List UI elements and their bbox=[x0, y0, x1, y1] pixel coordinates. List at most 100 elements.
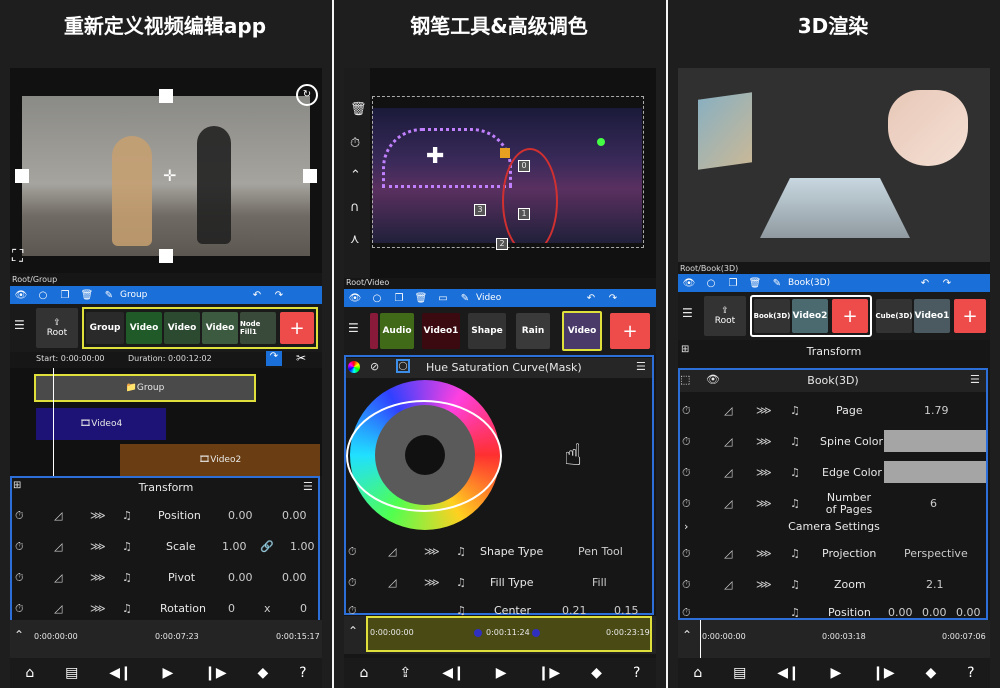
stopwatch-icon[interactable]: ⏱ bbox=[15, 602, 24, 616]
undo-icon[interactable]: ↶ bbox=[246, 290, 268, 301]
stopwatch-icon[interactable]: ⏱ bbox=[15, 571, 24, 585]
track-group[interactable]: 📁 Group bbox=[34, 374, 256, 402]
trash-icon[interactable]: 🗑 bbox=[350, 102, 367, 117]
comment-icon[interactable]: ▤ bbox=[65, 665, 78, 681]
playhead[interactable] bbox=[53, 368, 54, 476]
music-icon[interactable]: ♫ bbox=[790, 435, 800, 448]
prop-value[interactable]: 0.00 bbox=[282, 571, 307, 584]
music-icon[interactable]: ♫ bbox=[456, 604, 466, 616]
wiggle-icon[interactable]: ⋙ bbox=[756, 435, 772, 448]
add-layer-button[interactable]: + bbox=[280, 312, 314, 344]
share-icon[interactable]: ⇪ bbox=[399, 665, 411, 681]
prop-value[interactable]: 2.1 bbox=[926, 578, 944, 591]
resize-handle-top[interactable] bbox=[159, 89, 173, 103]
chip-book3d[interactable]: Book(3D) bbox=[754, 299, 790, 333]
wiggle-icon[interactable]: ⋙ bbox=[756, 404, 772, 417]
prop-value[interactable]: 1.00 bbox=[290, 540, 315, 553]
curve-icon[interactable]: ◿ bbox=[724, 404, 732, 417]
music-icon[interactable]: ♫ bbox=[456, 576, 466, 589]
chip-video1[interactable]: Video1 bbox=[914, 299, 950, 333]
pencil-icon[interactable]: ✎ bbox=[454, 293, 476, 304]
anchor-crosshair-icon[interactable]: ✛ bbox=[163, 166, 176, 185]
curve-icon[interactable]: ◿ bbox=[724, 578, 732, 591]
chip-rain[interactable]: Rain bbox=[516, 313, 550, 349]
root-chip[interactable]: ⇪ Root bbox=[704, 296, 746, 336]
stopwatch-icon[interactable]: ⏱ bbox=[682, 578, 691, 592]
wiggle-icon[interactable]: ⋙ bbox=[90, 602, 106, 615]
prop-value[interactable]: 0.00 bbox=[922, 606, 947, 618]
corner-point-icon[interactable]: ⌃ bbox=[350, 168, 361, 183]
collapse-icon[interactable]: ⌃ bbox=[348, 624, 358, 638]
prop-value[interactable]: Pen Tool bbox=[578, 545, 623, 558]
copy-icon[interactable]: ❐ bbox=[722, 278, 744, 289]
wiggle-icon[interactable]: ⋙ bbox=[90, 540, 106, 553]
music-icon[interactable]: ♫ bbox=[790, 578, 800, 591]
menu-icon[interactable]: ☰ bbox=[970, 373, 980, 386]
prop-value[interactable]: 0.00 bbox=[956, 606, 981, 618]
playhead[interactable] bbox=[700, 620, 701, 658]
prev-frame-icon[interactable]: ◀❙ bbox=[109, 665, 132, 681]
color-wheel-icon[interactable] bbox=[348, 361, 360, 373]
chip-group[interactable]: Group bbox=[86, 312, 124, 344]
scissors-icon[interactable]: ✂ bbox=[296, 351, 306, 365]
music-icon[interactable]: ♫ bbox=[790, 547, 800, 560]
diamond-icon[interactable]: ◆ bbox=[591, 665, 602, 681]
circle-icon[interactable]: ○ bbox=[366, 293, 388, 304]
diamond-icon[interactable]: ◆ bbox=[257, 665, 268, 681]
eye-icon[interactable]: 👁 bbox=[10, 290, 32, 301]
stopwatch-icon[interactable]: ⏱ bbox=[682, 435, 691, 449]
music-icon[interactable]: ♫ bbox=[122, 509, 132, 522]
wiggle-icon[interactable]: ⋙ bbox=[756, 497, 772, 510]
prev-frame-icon[interactable]: ◀❙ bbox=[442, 665, 465, 681]
prop-value[interactable]: 0 bbox=[228, 602, 235, 615]
chip-node-fill[interactable]: Node Fill1 bbox=[240, 312, 276, 344]
timeline-ruler[interactable]: ⌃ 0:00:00:00 0:00:11:24 0:00:23:19 bbox=[344, 616, 656, 654]
resize-handle-left[interactable] bbox=[15, 169, 29, 183]
curve-icon[interactable]: ◿ bbox=[724, 497, 732, 510]
wiggle-icon[interactable]: ⋙ bbox=[424, 576, 440, 589]
pencil-icon[interactable]: ✎ bbox=[98, 290, 120, 301]
prop-value[interactable]: 0.00 bbox=[228, 509, 253, 522]
prop-value[interactable]: 0 bbox=[300, 602, 307, 615]
stopwatch-icon[interactable]: ⏱ bbox=[348, 604, 357, 616]
help-icon[interactable]: ? bbox=[633, 665, 640, 681]
link-icon[interactable]: 🔗 bbox=[260, 540, 274, 553]
wiggle-icon[interactable]: ⋙ bbox=[756, 466, 772, 479]
next-frame-icon[interactable]: ❙▶ bbox=[204, 665, 227, 681]
music-icon[interactable]: ♫ bbox=[790, 497, 800, 510]
prev-frame-icon[interactable]: ◀❙ bbox=[777, 665, 800, 681]
layers-menu-icon[interactable]: ☰ bbox=[348, 321, 359, 335]
stopwatch-icon[interactable]: ⏱ bbox=[682, 497, 691, 511]
chip-video2[interactable]: Video2 bbox=[792, 299, 828, 333]
root-chip[interactable]: ⇪ Root bbox=[36, 308, 78, 348]
rotate-handle-icon[interactable]: ↻ bbox=[296, 84, 318, 106]
next-frame-icon[interactable]: ❙▶ bbox=[872, 665, 895, 681]
redo-icon[interactable]: ↷ bbox=[268, 290, 290, 301]
selected-point[interactable] bbox=[500, 148, 510, 158]
music-icon[interactable]: ♫ bbox=[122, 540, 132, 553]
hierarchy-icon[interactable]: ⊞ bbox=[13, 480, 21, 491]
music-icon[interactable]: ♫ bbox=[790, 606, 800, 618]
copy-icon[interactable]: ❐ bbox=[54, 290, 76, 301]
chip-shape[interactable]: Shape bbox=[468, 313, 506, 349]
stopwatch-icon[interactable]: ⏱ bbox=[15, 509, 24, 523]
hue-wheel[interactable] bbox=[346, 380, 502, 530]
trash-icon[interactable]: 🗑 bbox=[76, 290, 98, 301]
curve-icon[interactable]: ◿ bbox=[724, 466, 732, 479]
folder-icon[interactable]: ▭ bbox=[432, 293, 454, 304]
layers-menu-icon[interactable]: ☰ bbox=[14, 318, 25, 332]
prop-value[interactable]: Fill bbox=[592, 576, 607, 589]
camera-settings-label[interactable]: Camera Settings bbox=[678, 520, 990, 533]
wiggle-icon[interactable]: ⋙ bbox=[90, 571, 106, 584]
curve-icon[interactable]: ◿ bbox=[54, 540, 62, 553]
collapse-icon[interactable]: ⌃ bbox=[14, 628, 24, 642]
prop-value[interactable]: 0.00 bbox=[282, 509, 307, 522]
add-layer-button[interactable]: + bbox=[832, 299, 868, 333]
play-icon[interactable]: ▶ bbox=[496, 665, 507, 681]
trash-icon[interactable]: 🗑 bbox=[410, 293, 432, 304]
add-layer-button[interactable]: + bbox=[954, 299, 986, 333]
curve-icon[interactable]: ◿ bbox=[54, 571, 62, 584]
redo-icon[interactable]: ↷ bbox=[602, 293, 624, 304]
prop-value[interactable]: 1.00 bbox=[222, 540, 247, 553]
curve-icon[interactable]: ◿ bbox=[388, 576, 396, 589]
